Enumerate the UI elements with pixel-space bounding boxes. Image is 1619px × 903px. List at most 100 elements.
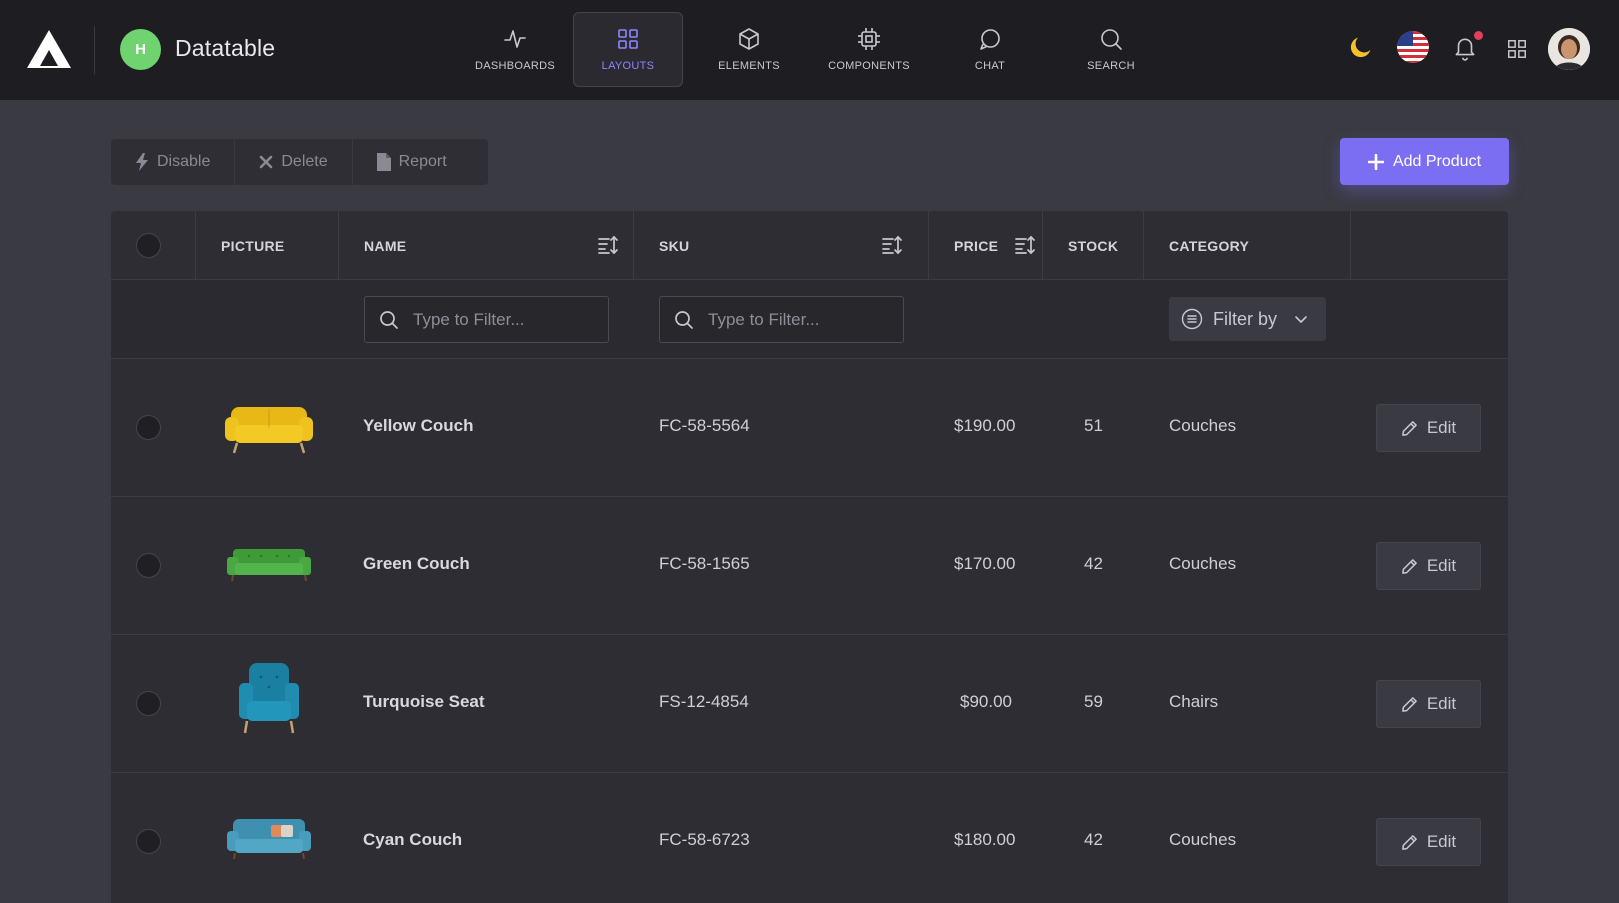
disable-label: Disable [157,153,211,170]
header-stock: STOCK [1043,211,1144,280]
grid-icon [618,29,638,49]
product-stock: 42 [1084,830,1103,849]
box-icon [739,28,759,50]
user-avatar[interactable] [1548,28,1590,70]
products-table: PICTURE NAME SKU PRICE STOCK CATEGORY Ty… [111,211,1508,903]
product-price: $90.00 [960,692,1012,711]
nav-chat[interactable]: CHAT [935,12,1045,87]
row-select-checkbox[interactable] [136,415,161,440]
product-category: Couches [1169,554,1237,573]
nav-elements[interactable]: ELEMENTS [694,12,804,87]
sku-filter-input[interactable] [708,309,878,330]
search-icon [380,310,398,329]
header-sku[interactable]: SKU [634,211,929,280]
delete-button[interactable]: Delete [235,139,353,185]
green-couch-image [227,549,311,582]
pencil-icon [1401,558,1417,574]
row-select-checkbox[interactable] [136,691,161,716]
bolt-icon [136,153,148,171]
product-sku: FC-58-6723 [659,830,750,849]
apps-menu-button[interactable] [1502,34,1532,64]
close-icon [260,155,273,169]
edit-label: Edit [1426,418,1457,437]
product-name: Yellow Couch [363,416,474,435]
language-selector[interactable] [1397,31,1429,63]
sort-icon[interactable] [1015,235,1035,255]
sort-icon[interactable] [598,235,618,255]
page-title: Datatable [175,35,276,61]
edit-button[interactable]: Edit [1376,818,1481,866]
nav-layouts[interactable]: LAYOUTS [573,12,683,87]
app-avatar: H [120,29,161,70]
apps-grid-icon [1508,40,1526,58]
add-product-button[interactable]: Add Product [1340,138,1509,185]
cpu-icon [858,28,880,50]
sku-filter[interactable] [659,296,904,343]
pencil-icon [1401,420,1417,436]
search-icon [675,310,693,329]
header-select-cell [111,211,196,280]
header-label: CATEGORY [1169,237,1250,254]
chat-icon [980,29,1000,50]
table-header: PICTURE NAME SKU PRICE STOCK CATEGORY [111,211,1508,280]
pencil-icon [1401,834,1417,850]
cyan-couch-image [227,819,311,860]
bulk-actions-group: Disable Delete Report [111,139,488,185]
add-product-label: Add Product [1392,152,1482,170]
product-price: $170.00 [954,554,1016,573]
report-label: Report [398,153,447,170]
name-filter-input[interactable] [413,309,583,330]
filter-row: Filter by [111,280,1508,359]
turquoise-seat-image [239,663,299,734]
header-actions [1351,211,1508,280]
product-name: Turquoise Seat [363,692,485,711]
row-select-checkbox[interactable] [136,829,161,854]
header-label: NAME [364,237,407,254]
nav-components[interactable]: COMPONENTS [814,12,924,87]
edit-button[interactable]: Edit [1376,680,1481,728]
product-name: Green Couch [363,554,470,573]
product-category: Couches [1169,416,1237,435]
category-filter-label: Filter by [1213,308,1278,329]
yellow-couch-image [225,407,313,454]
product-price: $180.00 [954,830,1016,849]
plus-icon [1367,153,1384,170]
product-price: $190.00 [954,416,1016,435]
product-category: Chairs [1169,692,1219,711]
disable-button[interactable]: Disable [111,139,236,185]
category-filter-select[interactable]: Filter by [1169,297,1326,341]
pencil-icon [1401,696,1417,712]
us-flag-icon [1397,31,1429,63]
name-filter[interactable] [364,296,609,343]
header-label: STOCK [1068,237,1119,254]
table-row: Turquoise Seat FS-12-4854 $90.00 59 Chai… [111,635,1508,773]
divider [94,26,95,74]
delete-label: Delete [281,153,328,170]
report-button[interactable]: Report [353,139,471,185]
header-price[interactable]: PRICE [929,211,1043,280]
edit-button[interactable]: Edit [1376,542,1481,590]
dark-mode-toggle[interactable] [1345,31,1377,63]
select-all-checkbox[interactable] [136,233,161,258]
brand-logo-icon[interactable] [26,28,72,70]
edit-button[interactable]: Edit [1376,404,1481,452]
edit-label: Edit [1426,556,1457,575]
list-circle-icon [1181,308,1203,330]
sort-icon[interactable] [882,235,902,255]
chevron-down-icon [1295,316,1307,323]
activity-icon [504,30,526,48]
search-icon [1101,29,1122,50]
header-name[interactable]: NAME [339,211,634,280]
product-name: Cyan Couch [363,830,463,849]
header-label: PRICE [954,237,999,254]
product-category: Couches [1169,830,1237,849]
notification-badge [1474,31,1483,40]
header-label: PICTURE [221,237,285,254]
document-icon [376,153,391,171]
row-select-checkbox[interactable] [136,553,161,578]
nav-label: LAYOUTS [601,60,655,72]
nav-search[interactable]: SEARCH [1056,12,1166,87]
nav-label: COMPONENTS [828,60,910,72]
nav-dashboards[interactable]: DASHBOARDS [460,12,570,87]
user-photo-icon [1548,28,1590,70]
